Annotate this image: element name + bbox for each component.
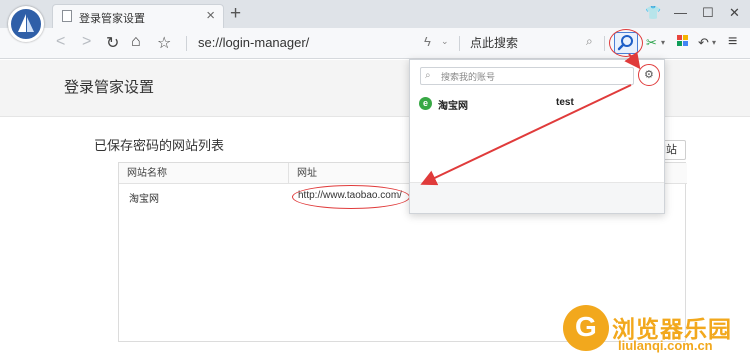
favorite-star-icon[interactable]: ☆ [157,33,171,53]
tab-close-icon[interactable]: × [206,7,215,24]
divider [459,36,460,51]
minimize-button[interactable]: — [674,5,687,20]
annotation-circle [609,29,643,57]
column-header-site-name: 网站名称 [119,163,289,184]
account-search-input[interactable]: ⌕ 搜索我的账号 [420,67,634,85]
browser-logo-icon[interactable] [8,6,44,42]
divider [186,36,187,51]
divider [604,36,605,51]
search-input[interactable]: 点此搜索 [470,34,580,51]
new-tab-button[interactable]: + [230,3,241,25]
watermark-logo-letter: G [575,311,597,342]
chevron-down-icon[interactable]: ▾ [661,38,665,47]
reload-icon[interactable]: ↻ [106,33,119,53]
login-manager-popup: ⌕ 搜索我的账号 ⚙ e 淘宝网 test [409,59,665,214]
back-button[interactable]: < [56,33,65,51]
search-icon: ⌕ [425,70,431,81]
maximize-button[interactable]: ☐ [702,5,714,21]
watermark-logo-icon: G [563,305,609,351]
chevron-down-icon[interactable]: ⌄ [441,36,449,47]
close-window-button[interactable]: ✕ [729,5,740,21]
table-cell-site-name: 淘宝网 [129,194,159,205]
undo-icon[interactable]: ↶ [698,35,709,51]
scissors-icon[interactable]: ✂ [646,35,657,51]
account-site: 淘宝网 [438,101,468,112]
home-icon[interactable]: ⌂ [131,33,141,51]
annotation-circle [638,64,660,86]
watermark-url: liulanqi.com.cn [618,338,713,353]
skin-icon[interactable]: 👕 [645,5,661,21]
forward-button[interactable]: > [82,33,91,51]
account-search-placeholder: 搜索我的账号 [441,72,496,82]
menu-icon[interactable]: ≡ [728,33,737,51]
toolbar: < > ↻ ⌂ ☆ se://login-manager/ ϟ ⌄ 点此搜索 ⌕… [0,28,750,59]
account-username: test [556,97,574,108]
saved-sites-heading: 已保存密码的网站列表 [94,138,225,153]
annotation-circle [292,185,410,209]
speed-mode-icon[interactable]: ϟ [424,34,431,49]
tab-strip: 登录管家设置 × + 👕 — ☐ ✕ [0,0,750,28]
tab-login-manager[interactable]: 登录管家设置 × [52,4,224,28]
ie-site-icon: e [419,97,432,110]
address-bar[interactable]: se://login-manager/ [198,33,418,53]
account-row[interactable]: e 淘宝网 test [410,94,664,114]
search-icon[interactable]: ⌕ [586,34,593,49]
tab-title: 登录管家设置 [79,13,145,25]
chevron-down-icon[interactable]: ▾ [712,38,716,47]
apps-grid-icon[interactable] [677,35,689,50]
page-title: 登录管家设置 [64,79,155,96]
page-icon [62,10,72,22]
popup-footer [410,182,664,213]
